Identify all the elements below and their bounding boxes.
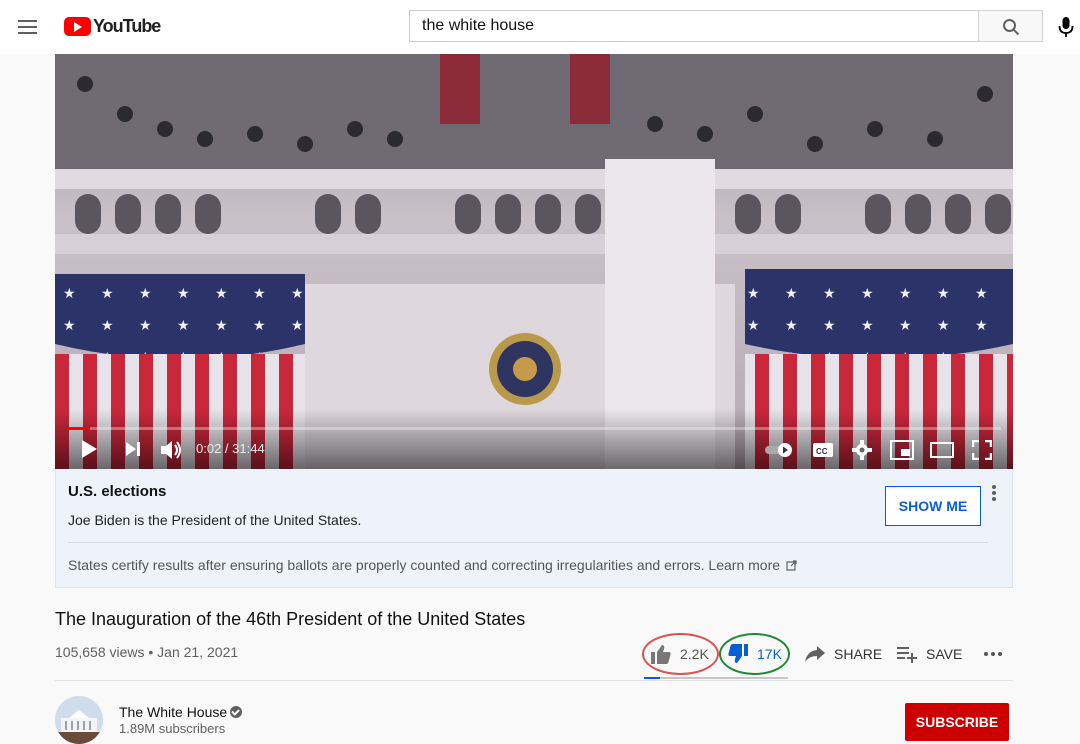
subscribe-button[interactable]: SUBSCRIBE [905,703,1009,741]
miniplayer-icon[interactable] [890,440,914,460]
info-panel-divider [68,542,988,543]
like-count: 2.2K [680,646,709,662]
save-label: SAVE [926,646,963,662]
svg-text:CC: CC [816,447,828,456]
info-panel-note: States certify results after ensuring ba… [68,557,797,573]
masthead: YouTube the white house [0,0,1080,54]
video-player[interactable]: ★ [55,54,1013,469]
progress-fill [67,427,91,430]
captions-icon[interactable]: CC [812,441,834,459]
sentiment-bar [644,677,788,679]
autoplay-toggle[interactable] [763,442,795,458]
share-button[interactable]: SHARE [804,642,882,666]
external-link-icon [786,560,797,571]
fullscreen-icon[interactable] [972,440,992,460]
next-icon[interactable] [123,439,143,459]
youtube-play-icon [64,16,91,36]
video-views-date: 105,658 views • Jan 21, 2021 [55,644,239,660]
channel-name[interactable]: The White House [119,704,227,720]
show-me-button[interactable]: SHOW ME [885,486,981,526]
info-panel-note-text: States certify results after ensuring ba… [68,557,705,573]
info-panel-subtitle: Joe Biden is the President of the United… [68,512,362,528]
save-button[interactable]: SAVE [896,642,962,666]
playlist-add-icon [897,647,917,663]
info-panel: U.S. elections Joe Biden is the Presiden… [55,469,1013,588]
mic-icon[interactable] [1058,16,1074,38]
youtube-logo[interactable]: YouTube [64,14,161,38]
verified-badge-icon [230,706,242,718]
video-frame: ★ [55,54,1013,469]
section-divider [55,680,1013,681]
progress-bar[interactable] [67,427,1001,430]
search-input[interactable]: the white house [409,10,979,42]
volume-icon[interactable] [159,439,183,461]
subscriber-count: 1.89M subscribers [119,721,226,736]
settings-icon[interactable] [852,440,872,460]
like-button[interactable]: 2.2K [650,642,709,666]
play-icon[interactable] [79,439,99,459]
dislike-button[interactable]: 17K [727,642,782,666]
learn-more-link[interactable]: Learn more [708,557,797,573]
dislike-count: 17K [757,646,782,662]
thumbs-up-icon [651,645,671,664]
sentiment-bar-fill [644,677,660,679]
share-icon [805,646,825,662]
info-panel-title: U.S. elections [68,483,167,500]
player-controls-gradient [55,409,1013,469]
theater-icon[interactable] [930,441,954,459]
more-actions-icon[interactable] [984,652,1005,656]
info-panel-more-icon[interactable] [992,485,998,503]
share-label: SHARE [834,646,883,662]
thumbs-down-icon [728,644,748,663]
time-display: 0:02 / 31:44 [196,441,265,456]
video-title: The Inauguration of the 46th President o… [55,609,526,629]
search-button[interactable] [978,10,1043,42]
search-icon [1003,19,1020,36]
learn-more-text: Learn more [708,557,781,573]
logo-text: YouTube [93,15,161,36]
menu-icon[interactable] [18,17,40,35]
